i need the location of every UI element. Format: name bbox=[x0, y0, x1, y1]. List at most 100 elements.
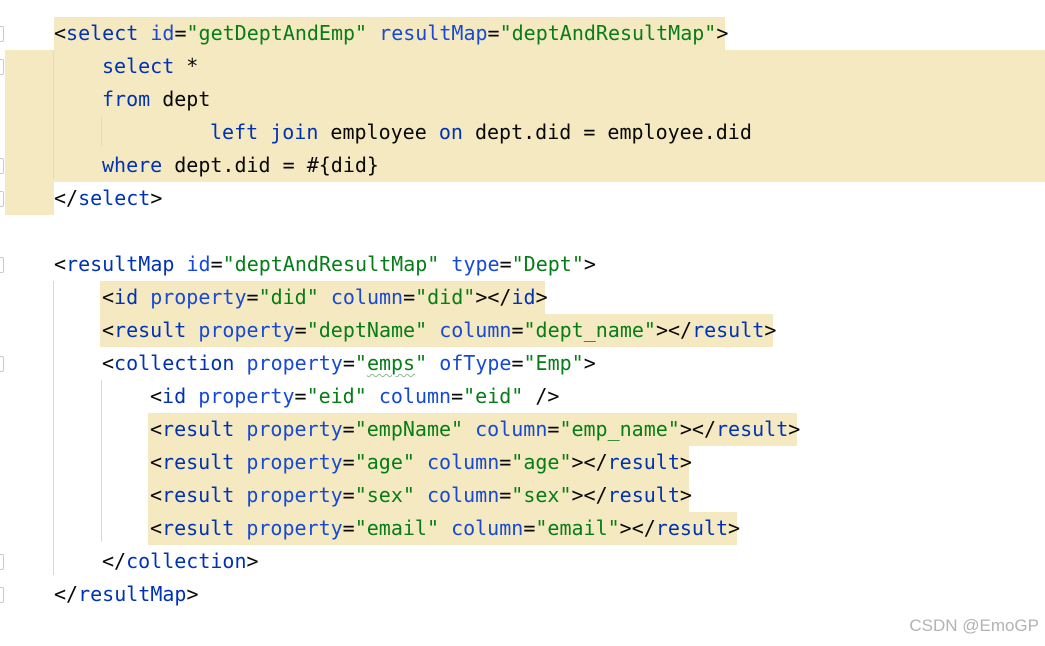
code-token: < bbox=[54, 21, 67, 45]
code-text: where dept.did = #{did} bbox=[102, 149, 379, 182]
code-line[interactable]: </select> bbox=[0, 182, 1045, 215]
code-token: ></ bbox=[655, 318, 693, 342]
code-token: </ bbox=[102, 549, 127, 573]
code-token: property bbox=[198, 318, 295, 342]
code-token: = bbox=[342, 450, 355, 474]
code-line[interactable]: <result property="age" column="age"></re… bbox=[0, 446, 1045, 479]
code-token: < bbox=[102, 351, 115, 375]
code-line[interactable]: from dept bbox=[0, 83, 1045, 116]
code-token: > bbox=[186, 582, 199, 606]
code-token: " bbox=[415, 351, 428, 375]
code-line[interactable]: </collection> bbox=[0, 545, 1045, 578]
watermark: CSDN @EmoGP bbox=[909, 616, 1039, 635]
indent-guide bbox=[101, 380, 102, 542]
code-token: "deptAndResultMap" bbox=[499, 21, 717, 45]
code-token: dept.did = employee.did bbox=[462, 120, 752, 144]
code-token: < bbox=[150, 483, 163, 507]
code-token: = bbox=[511, 351, 524, 375]
code-token: < bbox=[150, 417, 163, 441]
fold-marker-icon[interactable] bbox=[0, 59, 4, 75]
fold-marker-icon[interactable] bbox=[0, 257, 4, 273]
code-token: select bbox=[78, 186, 151, 210]
code-token: where bbox=[102, 153, 163, 177]
code-token: select bbox=[102, 54, 175, 78]
code-token: result bbox=[162, 483, 235, 507]
code-token: > bbox=[535, 285, 548, 309]
code-token: result bbox=[114, 318, 187, 342]
code-token: dept bbox=[150, 87, 211, 111]
code-token: property bbox=[150, 285, 247, 309]
code-token: "deptAndResultMap" bbox=[222, 252, 440, 276]
code-token: property bbox=[246, 450, 343, 474]
code-token: = bbox=[487, 21, 500, 45]
code-token: "emp_name" bbox=[559, 417, 680, 441]
fold-marker-icon[interactable] bbox=[0, 26, 4, 42]
code-token: </ bbox=[54, 582, 79, 606]
code-token: "email" bbox=[535, 516, 620, 540]
code-token: result bbox=[162, 417, 235, 441]
code-token: = bbox=[342, 351, 355, 375]
fold-marker-icon[interactable] bbox=[0, 554, 4, 570]
fold-marker-icon[interactable] bbox=[0, 158, 4, 174]
code-token: from bbox=[102, 87, 151, 111]
code-token: < bbox=[150, 450, 163, 474]
code-token: = bbox=[451, 384, 464, 408]
code-token: dept.did = #{did} bbox=[162, 153, 379, 177]
code-text: <result property="empName" column="emp_n… bbox=[150, 413, 800, 446]
code-line[interactable]: <resultMap id="deptAndResultMap" type="D… bbox=[0, 248, 1045, 281]
code-line[interactable]: where dept.did = #{did} bbox=[0, 149, 1045, 182]
code-line[interactable]: <select id="getDeptAndEmp" resultMap="de… bbox=[0, 17, 1045, 50]
code-token: id bbox=[150, 21, 175, 45]
code-token: column bbox=[426, 450, 500, 474]
code-token: > bbox=[679, 450, 692, 474]
fold-marker-icon[interactable] bbox=[0, 191, 4, 207]
code-line[interactable]: <id property="eid" column="eid" /> bbox=[0, 380, 1045, 413]
code-line[interactable]: <id property="did" column="did"></id> bbox=[0, 281, 1045, 314]
code-token: < bbox=[54, 252, 67, 276]
code-line[interactable]: select * bbox=[0, 50, 1045, 83]
code-line[interactable] bbox=[0, 215, 1045, 248]
code-token: "email" bbox=[354, 516, 440, 540]
code-line[interactable]: left join employee on dept.did = employe… bbox=[0, 116, 1045, 149]
code-token: collection bbox=[114, 351, 235, 375]
code-token: id bbox=[162, 384, 187, 408]
code-token: = bbox=[246, 285, 259, 309]
code-text: <select id="getDeptAndEmp" resultMap="de… bbox=[54, 17, 728, 50]
fold-marker-icon[interactable] bbox=[0, 587, 4, 603]
code-token: > bbox=[583, 351, 596, 375]
code-token: column bbox=[378, 384, 452, 408]
code-line[interactable]: <result property="empName" column="emp_n… bbox=[0, 413, 1045, 446]
code-line[interactable]: </resultMap> bbox=[0, 578, 1045, 611]
code-line[interactable]: <result property="email" column="email">… bbox=[0, 512, 1045, 545]
code-token: "did" bbox=[258, 285, 319, 309]
code-token: = bbox=[499, 483, 512, 507]
code-line[interactable]: <result property="sex" column="sex"></re… bbox=[0, 479, 1045, 512]
code-token: join bbox=[270, 120, 319, 144]
code-line[interactable]: <collection property="emps" ofType="Emp"… bbox=[0, 347, 1045, 380]
code-token: collection bbox=[126, 549, 247, 573]
fold-marker-icon[interactable] bbox=[0, 356, 4, 372]
code-text: <id property="did" column="did"></id> bbox=[102, 281, 548, 314]
code-text: left join employee on dept.did = employe… bbox=[210, 116, 752, 149]
code-text: <result property="sex" column="sex"></re… bbox=[150, 479, 692, 512]
code-token: column bbox=[330, 285, 404, 309]
code-editor[interactable]: <select id="getDeptAndEmp" resultMap="de… bbox=[0, 0, 1045, 646]
code-token: > bbox=[679, 483, 692, 507]
code-token: "eid" bbox=[463, 384, 524, 408]
code-token: id bbox=[114, 285, 139, 309]
code-token: id bbox=[511, 285, 536, 309]
code-token: "eid" bbox=[306, 384, 367, 408]
code-token: /> bbox=[523, 384, 560, 408]
code-token: > bbox=[716, 21, 729, 45]
code-line[interactable]: <result property="deptName" column="dept… bbox=[0, 314, 1045, 347]
code-token: = bbox=[342, 516, 355, 540]
code-token: = bbox=[499, 252, 512, 276]
code-token: column bbox=[426, 483, 500, 507]
